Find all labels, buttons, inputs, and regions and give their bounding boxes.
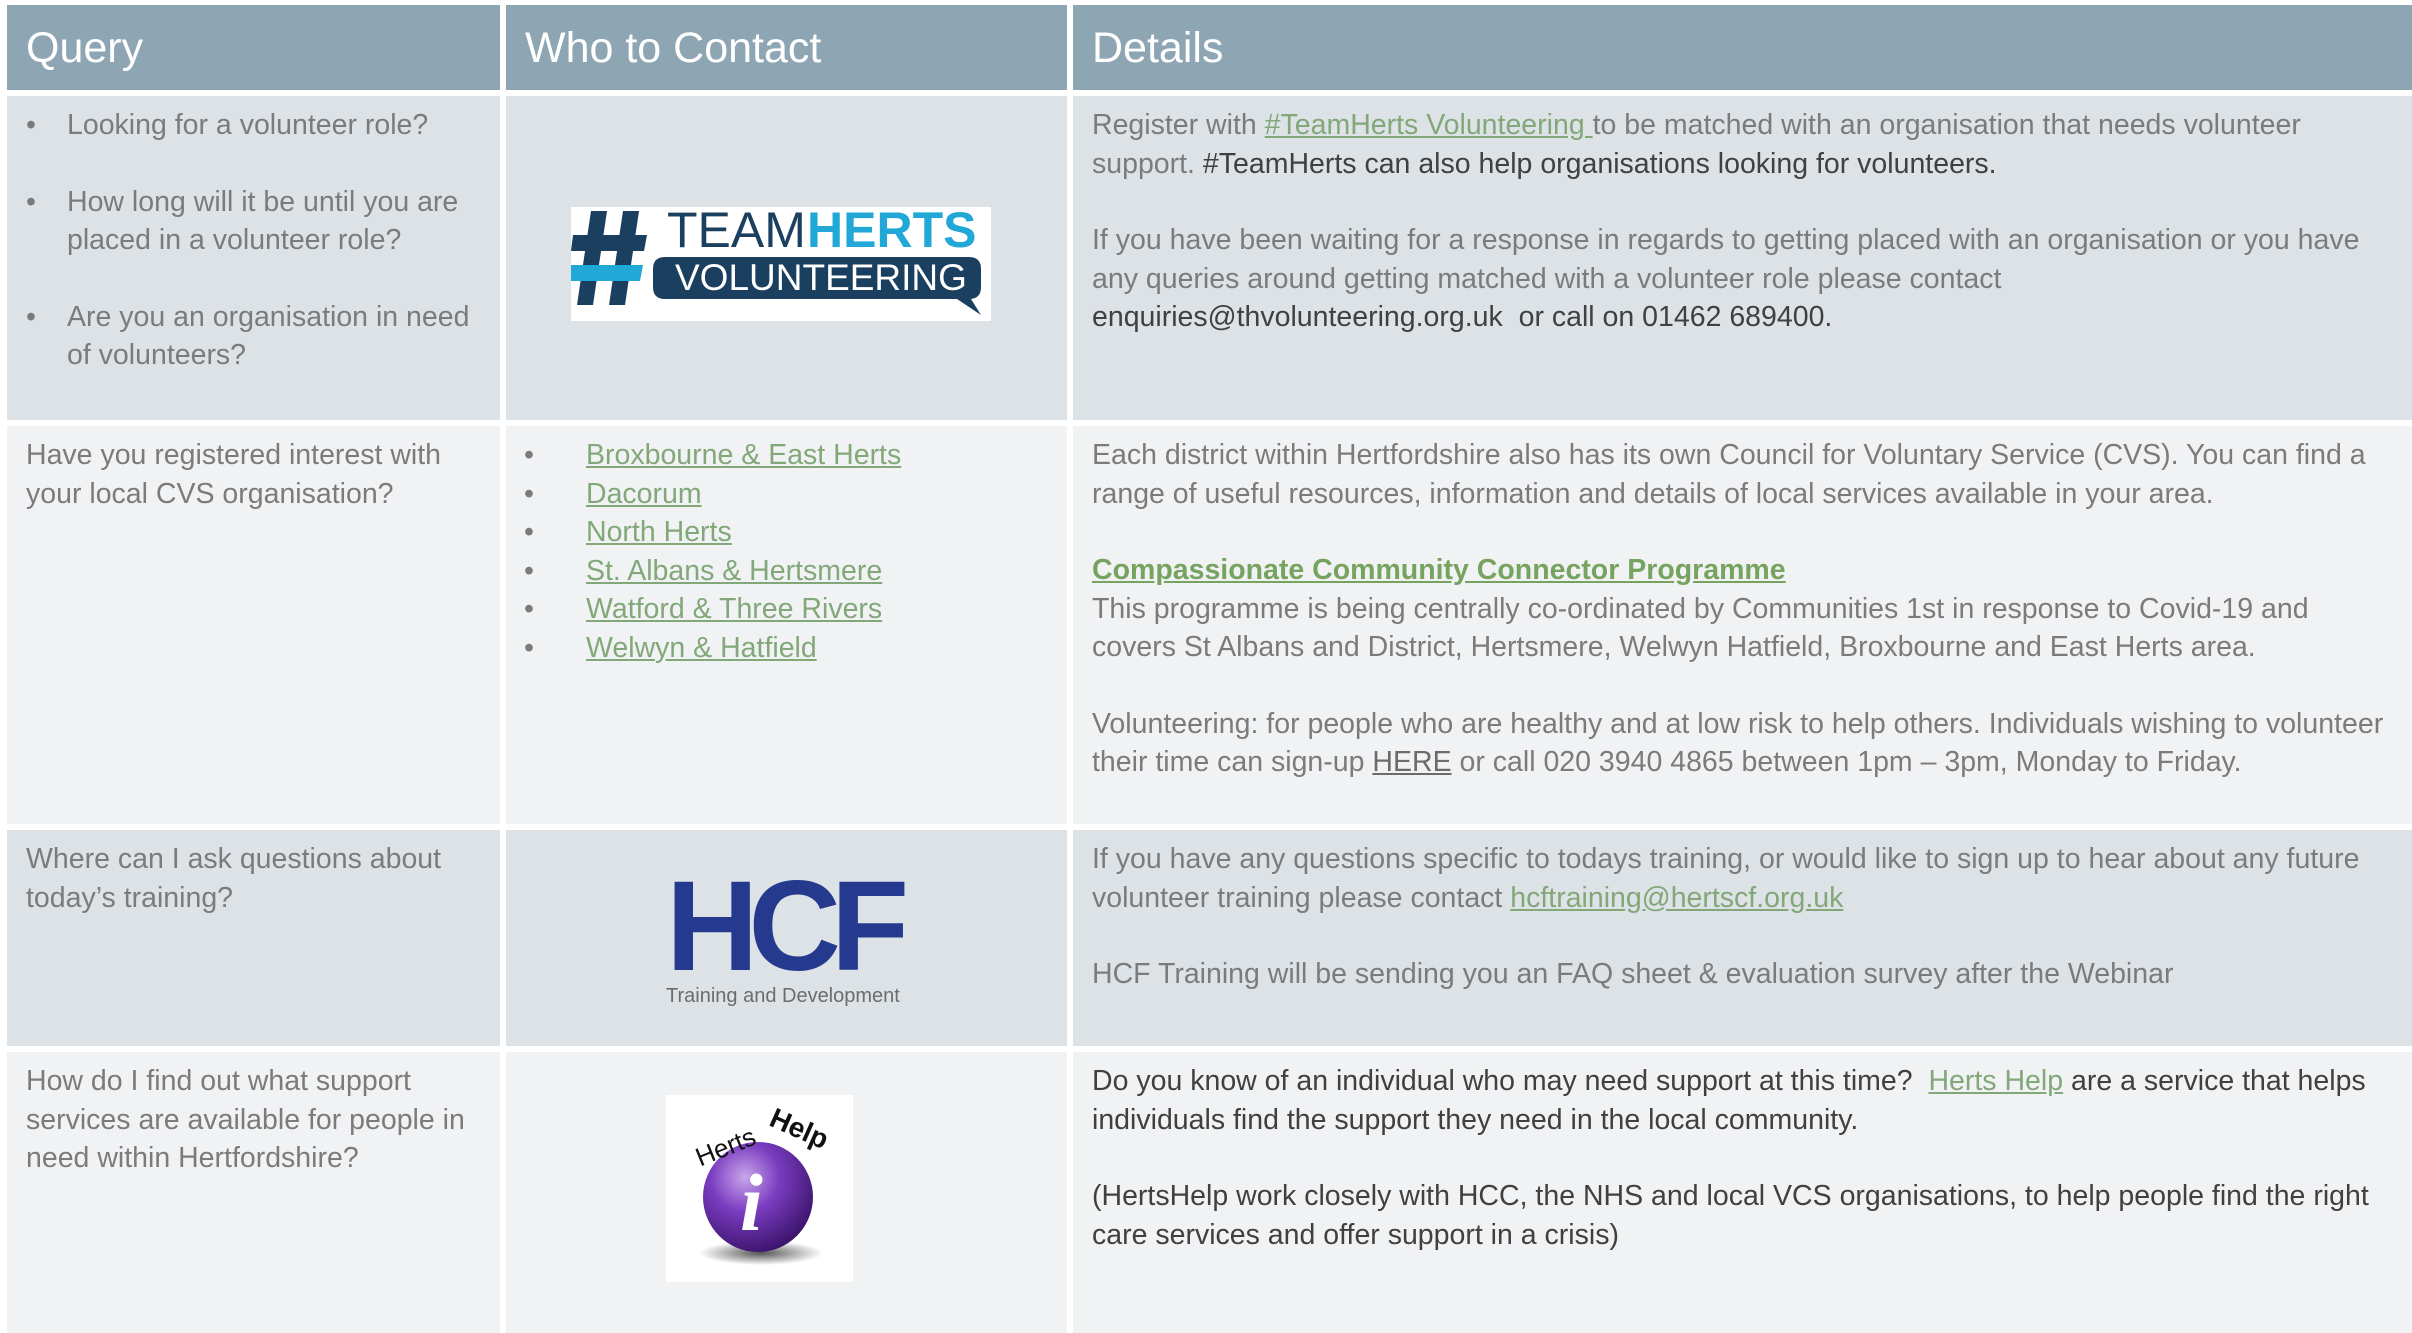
query-item: Looking for a volunteer role?: [7, 106, 500, 145]
row4-query-cell: How do I find out what support services …: [7, 1052, 500, 1333]
cvs-link-item: Dacorum: [506, 475, 1067, 514]
herts-help-link[interactable]: Herts Help: [1928, 1065, 2063, 1097]
here-link[interactable]: HERE: [1372, 746, 1451, 778]
cvs-link[interactable]: North Herts: [586, 516, 732, 548]
query-item: How long will it be until you are placed…: [7, 183, 500, 260]
row3-details-p1: If you have any questions specific to to…: [1092, 843, 2360, 914]
cvs-link[interactable]: Watford & Three Rivers: [586, 593, 882, 625]
row2-query-cell: Have you registered interest with your l…: [7, 426, 500, 824]
logo-herts-text: HERTS: [807, 207, 976, 258]
cvs-link-item: St. Albans & Hertsmere: [506, 552, 1067, 591]
hcf-logo[interactable]: HCF Training and Development: [666, 855, 915, 1008]
hcf-training-email-link[interactable]: hcftraining@hertscf.org.uk: [1510, 882, 1843, 914]
logo-team-text: TEAM: [667, 207, 806, 258]
row3-details-p2: HCF Training will be sending you an FAQ …: [1092, 958, 2174, 990]
row4-contact-cell: i Herts Help: [506, 1052, 1067, 1333]
hertshelp-logo-graphic: i Herts Help: [691, 1102, 833, 1265]
row4-details-p1: Do you know of an individual who may nee…: [1092, 1065, 2366, 1136]
row2-details-p2: This programme is being centrally co-ord…: [1092, 592, 2309, 664]
row4-details-cell: Do you know of an individual who may nee…: [1073, 1052, 2412, 1333]
row3-query-cell: Where can I ask questions about today’s …: [7, 830, 500, 1046]
query-item: Are you an organisation in need of volun…: [7, 298, 500, 375]
hcf-logo-graphic: HCF Training and Development: [666, 855, 915, 1007]
row3-details-cell: If you have any questions specific to to…: [1073, 830, 2412, 1046]
row2-details-p1: Each district within Hertfordshire also …: [1092, 439, 2366, 510]
row1-contact-cell: TEAM HERTS VOLUNTEERING: [506, 96, 1067, 420]
row2-details-cell: Each district within Hertfordshire also …: [1073, 426, 2412, 824]
cvs-link-item: North Herts: [506, 513, 1067, 552]
row1-details-p1: Register with #TeamHerts Volunteering to…: [1092, 109, 2301, 180]
cvs-link[interactable]: Dacorum: [586, 478, 702, 510]
cvs-link-item: Welwyn & Hatfield: [506, 629, 1067, 668]
row1-query-cell: Looking for a volunteer role? How long w…: [7, 96, 500, 420]
logo-volunteering-text: VOLUNTEERING: [675, 257, 967, 298]
row1-details-p2: If you have been waiting for a response …: [1092, 224, 2360, 333]
teamherts-logo-graphic: TEAM HERTS VOLUNTEERING: [568, 202, 981, 315]
header-details: Details: [1073, 5, 2412, 90]
connector-programme-link[interactable]: Compassionate Community Connector Progra…: [1092, 554, 1786, 586]
cvs-link[interactable]: Broxbourne & East Herts: [586, 439, 901, 471]
teamherts-volunteering-link[interactable]: #TeamHerts Volunteering: [1265, 109, 1593, 141]
row2-details-p3: Volunteering: for people who are healthy…: [1092, 707, 2384, 779]
hcf-logo-subtext: Training and Development: [666, 985, 900, 1007]
hertshelp-logo[interactable]: i Herts Help: [666, 1095, 853, 1282]
cvs-link[interactable]: Welwyn & Hatfield: [586, 632, 817, 664]
hcf-logo-text: HCF: [666, 878, 905, 998]
header-query: Query: [7, 5, 500, 90]
info-table: Query Who to Contact Details Looking for…: [7, 5, 2412, 1333]
info-i-glyph: i: [740, 1157, 763, 1248]
row2-contact-cell: Broxbourne & East Herts Dacorum North He…: [506, 426, 1067, 824]
row4-details-p2: (HertsHelp work closely with HCC, the NH…: [1092, 1180, 2369, 1251]
row1-details-cell: Register with #TeamHerts Volunteering to…: [1073, 96, 2412, 420]
cvs-link[interactable]: St. Albans & Hertsmere: [586, 555, 882, 587]
row3-contact-cell: HCF Training and Development: [506, 830, 1067, 1046]
cvs-link-item: Watford & Three Rivers: [506, 590, 1067, 629]
header-who-to-contact: Who to Contact: [506, 5, 1067, 90]
enquiries-email[interactable]: enquiries@thvolunteering.org.uk: [1092, 301, 1503, 333]
cvs-link-item: Broxbourne & East Herts: [506, 436, 1067, 475]
teamherts-volunteering-logo[interactable]: TEAM HERTS VOLUNTEERING: [568, 202, 991, 321]
